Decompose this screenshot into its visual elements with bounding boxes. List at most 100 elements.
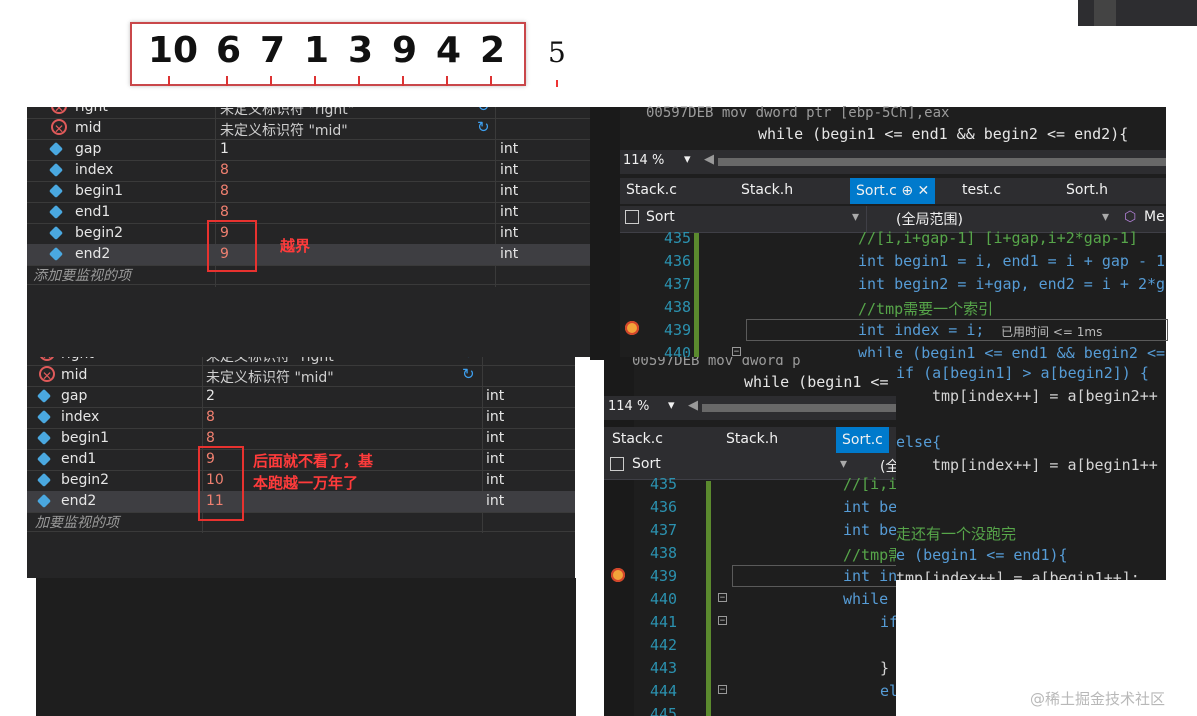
index-tick <box>556 80 558 87</box>
watch-row[interactable]: gap 2 int <box>27 386 575 408</box>
index-tick <box>446 76 448 86</box>
nav-member[interactable]: Me <box>1144 209 1165 225</box>
tab-stack-h[interactable]: Stack.h <box>726 431 778 447</box>
index-tick <box>490 76 492 86</box>
watermark: @稀土掘金技术社区 <box>1030 690 1166 708</box>
code-line: tmp[index++] = a[begin1++ <box>932 456 1158 474</box>
code-line: int be <box>843 498 896 516</box>
change-marker <box>706 481 711 716</box>
index-tick <box>226 76 228 86</box>
tab-stack-c[interactable]: Stack.c <box>626 182 677 198</box>
disassembly-line: 00597DEB mov dword ptr [ebp-5Ch],eax <box>646 105 950 121</box>
code-editor-1: 00597DEB mov dword ptr [ebp-5Ch],eax whi… <box>590 105 1168 362</box>
close-icon[interactable]: ✕ <box>918 183 930 199</box>
code-line: //[i,i <box>843 475 896 493</box>
code-line: e (begin1 <= end1){ <box>896 546 1068 564</box>
perf-tip: 已用时间 <= 1ms <box>1001 325 1103 339</box>
refresh-icon[interactable]: ↻ <box>462 365 475 383</box>
watch-value: 未定义标识符 "mid" <box>206 370 334 386</box>
chevron-down-icon[interactable]: ▾ <box>684 152 691 167</box>
watch-row[interactable]: gap 1 int <box>27 139 590 161</box>
add-watch-placeholder[interactable]: 添加要监视的项 <box>33 265 131 285</box>
index-tick <box>314 76 316 86</box>
variable-icon <box>36 409 52 425</box>
refresh-icon[interactable]: ↻ <box>462 357 475 362</box>
watch-name: gap <box>75 141 102 157</box>
tab-test-c[interactable]: test.c <box>962 182 1001 198</box>
nav-project[interactable]: Sort <box>632 456 661 472</box>
chevron-down-icon[interactable]: ▾ <box>840 456 847 472</box>
code-line: int in <box>843 567 896 585</box>
watch-row[interactable]: begin1 8 int <box>27 181 590 203</box>
breakpoint-icon[interactable] <box>625 321 639 335</box>
nav-scope[interactable]: (全局范围) <box>896 209 963 229</box>
watch-type: int <box>500 141 519 157</box>
watch-value: 未定义标识符 "mid" <box>220 123 348 139</box>
watch-name: gap <box>61 388 88 404</box>
watch-name: begin1 <box>61 430 110 446</box>
watch-name: begin2 <box>75 225 124 241</box>
code-line: //[i,i+gap-1] [i+gap,i+2*gap-1] <box>858 229 1138 247</box>
line-number: 436 <box>664 252 692 270</box>
variable-icon <box>48 204 64 220</box>
add-watch-placeholder[interactable]: 加要监视的项 <box>35 512 119 532</box>
chevron-down-icon[interactable]: ▾ <box>668 398 675 413</box>
watch-value: 8 <box>206 409 215 425</box>
pin-icon[interactable]: ⊕ <box>901 183 913 199</box>
tab-sort-h[interactable]: Sort.h <box>1066 182 1108 198</box>
breakpoint-icon[interactable] <box>611 568 625 582</box>
chevron-down-icon[interactable]: ▾ <box>852 209 859 225</box>
while-header: while (begin1 <= <box>744 373 889 391</box>
chevron-down-icon[interactable]: ▾ <box>1102 209 1109 225</box>
line-number: 445 <box>650 705 678 716</box>
index-tick <box>168 76 170 86</box>
code-line: tmp[index++] = a[begin2++ <box>932 387 1158 405</box>
watch-type: int <box>500 225 519 241</box>
nav-project[interactable]: Sort <box>646 209 675 225</box>
zoom-level[interactable]: 114 % <box>623 153 664 168</box>
line-number: 441 <box>650 613 678 631</box>
watch-row[interactable]: end2 11 int <box>27 491 575 513</box>
refresh-icon[interactable]: ↻ <box>477 107 490 115</box>
while-header: while (begin1 <= end1 && begin2 <= end2)… <box>758 125 1129 143</box>
watch-name: begin1 <box>75 183 124 199</box>
file-icon <box>625 210 639 224</box>
variable-icon <box>48 225 64 241</box>
watch-row[interactable]: index 8 int <box>27 160 590 182</box>
watch-row[interactable]: begin1 8 int <box>27 428 575 450</box>
watch-name: end1 <box>75 204 111 220</box>
zoom-level[interactable]: 114 % <box>608 399 649 414</box>
watch-type: int <box>500 204 519 220</box>
watch-value: 8 <box>220 204 229 220</box>
fold-toggle-icon[interactable]: − <box>732 347 741 357</box>
watch-type: int <box>486 493 505 509</box>
watch-value: 8 <box>220 162 229 178</box>
tab-stack-c[interactable]: Stack.c <box>612 431 663 447</box>
tab-bar: Stack.c Stack.h Sort.c ⊕ ✕ test.c Sort.h <box>620 178 1166 204</box>
fold-toggle-icon[interactable]: − <box>718 685 727 695</box>
horizontal-scrollbar[interactable] <box>718 158 1166 166</box>
watch-row[interactable]: index 8 int <box>27 407 575 429</box>
array-number: 2 <box>480 30 506 71</box>
fold-toggle-icon[interactable]: − <box>718 593 727 603</box>
code-line: //tmp需要一个索引 <box>858 300 994 318</box>
watch-row[interactable]: end1 8 int <box>27 202 590 224</box>
tab-bar: Stack.c Stack.h Sort.c <box>604 427 896 453</box>
scroll-left-icon[interactable]: ◀ <box>704 152 714 167</box>
tab-sort-c[interactable]: Sort.c <box>836 427 889 453</box>
horizontal-scrollbar[interactable] <box>702 404 896 412</box>
refresh-icon[interactable]: ↻ <box>477 118 490 136</box>
watch-type: int <box>486 451 505 467</box>
array-number: 4 <box>436 30 462 71</box>
line-number: 435 <box>664 229 692 247</box>
tab-sort-c[interactable]: Sort.c ⊕ ✕ <box>850 178 936 204</box>
tab-label: Sort.c <box>856 183 897 199</box>
watch-row[interactable]: ✕ mid 未定义标识符 "mid" ↻ <box>27 365 575 387</box>
fold-toggle-icon[interactable]: − <box>718 616 727 626</box>
scroll-left-icon[interactable]: ◀ <box>688 398 698 413</box>
watch-row[interactable]: ✕ mid 未定义标识符 "mid" ↻ <box>27 118 590 140</box>
tab-stack-h[interactable]: Stack.h <box>741 182 793 198</box>
annotation: 本跑越一万年了 <box>253 474 359 492</box>
highlight-box <box>198 446 244 521</box>
nav-scope[interactable]: (全 <box>880 456 896 476</box>
